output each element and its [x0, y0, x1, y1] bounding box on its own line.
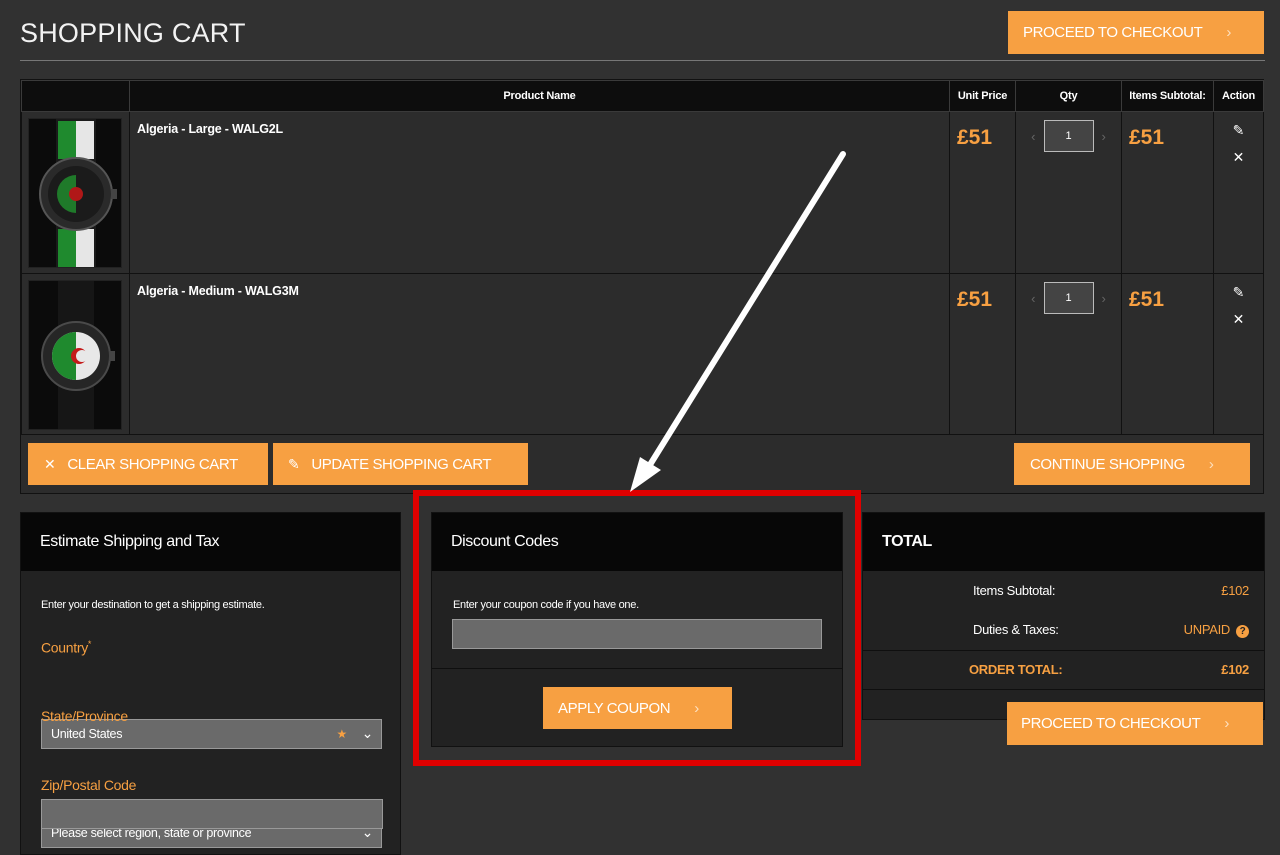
annotation-arrow-icon [630, 151, 846, 492]
